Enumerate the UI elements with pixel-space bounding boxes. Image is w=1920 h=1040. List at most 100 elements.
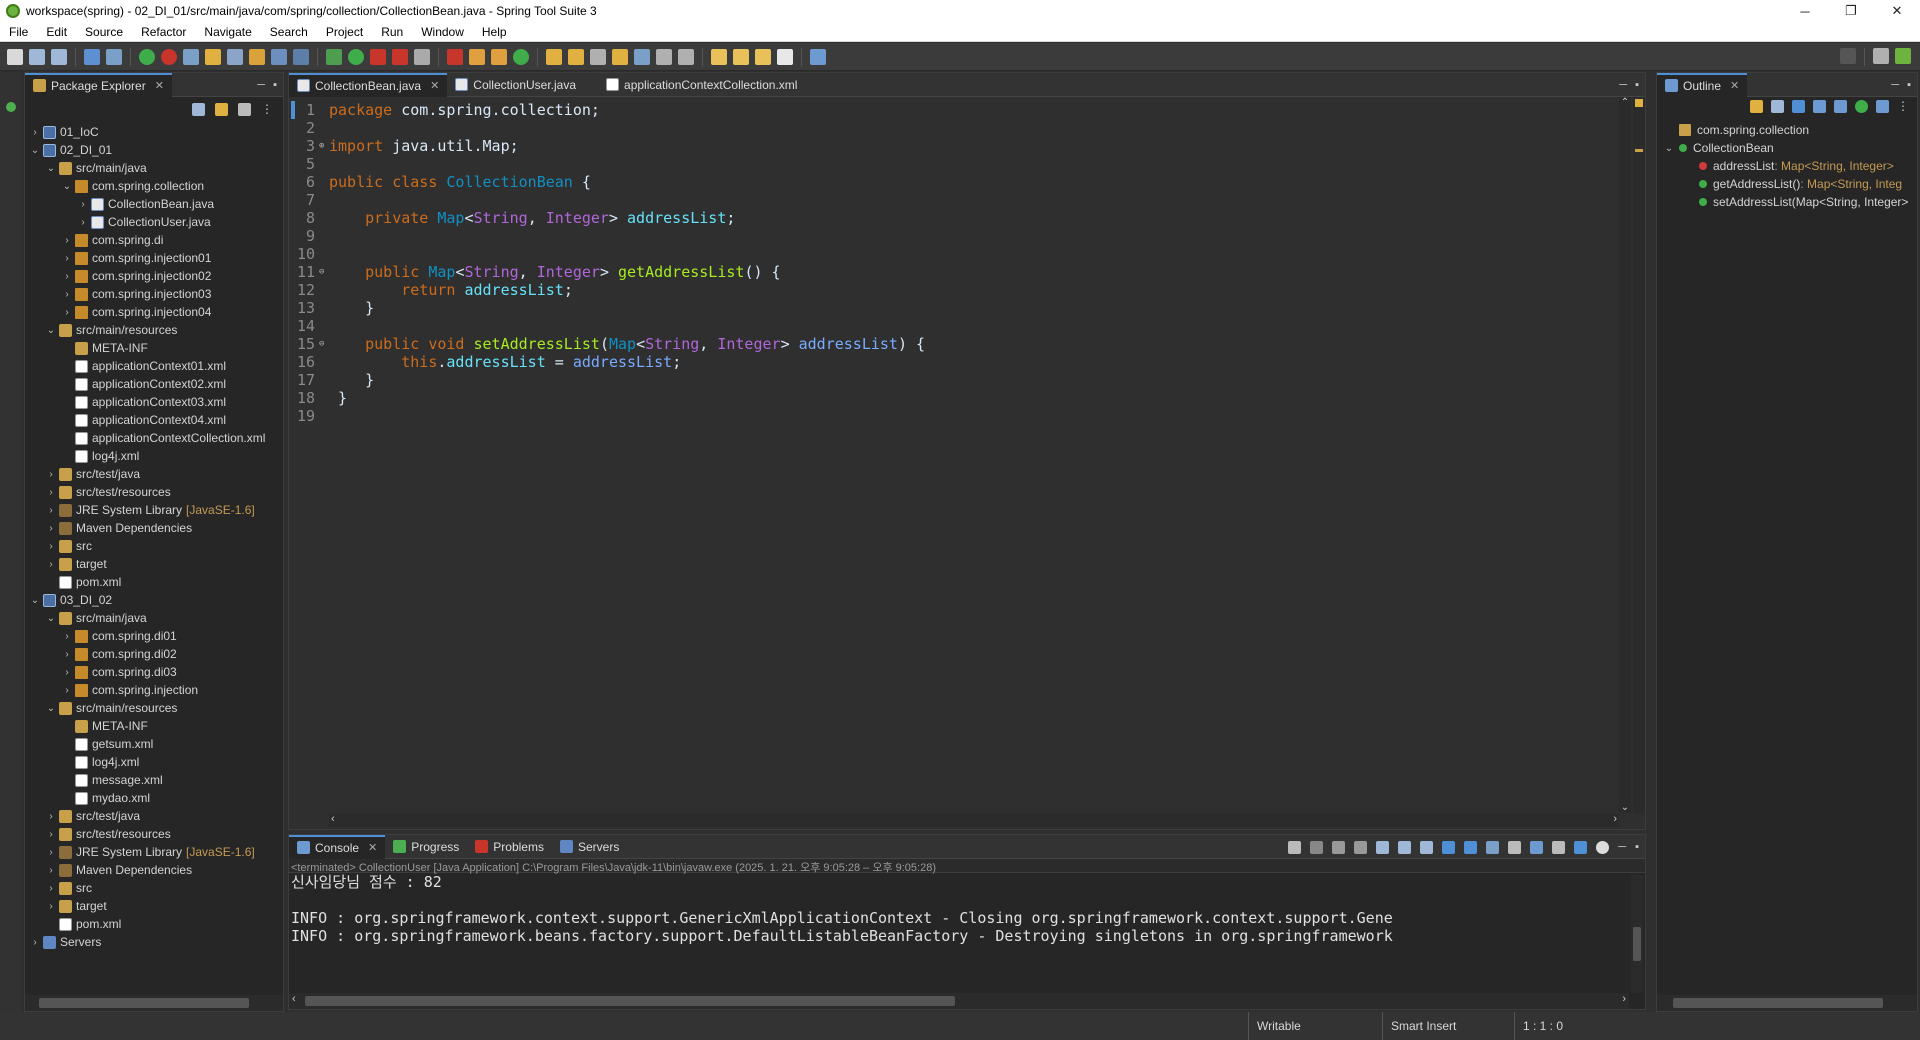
chevron-right-icon[interactable]: › — [45, 559, 57, 570]
chevron-right-icon[interactable]: › — [61, 271, 73, 282]
chevron-right-icon[interactable]: › — [61, 289, 73, 300]
save-icon[interactable] — [29, 48, 45, 65]
chevron-right-icon[interactable]: › — [61, 631, 73, 642]
chevron-right-icon[interactable]: › — [45, 541, 57, 552]
editor-vscrollbar[interactable]: ⌃ ⌄ — [1619, 97, 1631, 813]
tree-item[interactable]: applicationContext03.xml — [25, 393, 283, 411]
tree-item[interactable]: › com.spring.injection03 — [25, 285, 283, 303]
close-icon[interactable]: ✕ — [430, 79, 439, 92]
chevron-right-icon[interactable]: › — [45, 811, 57, 822]
tree-item[interactable]: › CollectionUser.java — [25, 213, 283, 231]
menu-project[interactable]: Project — [317, 25, 372, 39]
tree-item[interactable]: › com.spring.injection — [25, 681, 283, 699]
tree-item[interactable]: log4j.xml — [25, 447, 283, 465]
tree-item[interactable]: applicationContext04.xml — [25, 411, 283, 429]
tree-item[interactable]: › JRE System Library [JavaSE-1.6] — [25, 501, 283, 519]
tree-item[interactable]: › target — [25, 555, 283, 573]
hide-static-icon[interactable] — [1834, 99, 1847, 113]
clear-console-icon[interactable] — [1376, 840, 1390, 854]
code-line[interactable]: 9 — [289, 227, 925, 245]
menu-help[interactable]: Help — [473, 25, 516, 39]
close-icon[interactable]: ✕ — [1730, 79, 1739, 92]
chevron-right-icon[interactable]: › — [61, 649, 73, 660]
tree-item[interactable]: › CollectionBean.java — [25, 195, 283, 213]
code-line[interactable]: 15 ⊖ public void setAddressList(Map<Strin… — [289, 335, 925, 353]
tree-item[interactable]: ⌄ 02_DI_01 — [25, 141, 283, 159]
quick-access-search-icon[interactable] — [1840, 48, 1856, 64]
terminate-icon[interactable] — [414, 48, 430, 65]
build-icon[interactable] — [205, 48, 221, 65]
tab-problems[interactable]: Problems — [467, 835, 552, 859]
coverage-icon[interactable] — [370, 48, 386, 65]
menu-run[interactable]: Run — [372, 25, 412, 39]
chevron-right-icon[interactable]: › — [45, 847, 57, 858]
save-all-icon[interactable] — [51, 48, 67, 65]
code-editor[interactable]: 1 package com.spring.collection; 2 3 ⊕ import… — [289, 97, 1645, 829]
tree-item[interactable]: › src/test/java — [25, 465, 283, 483]
block-select-icon[interactable] — [249, 48, 265, 65]
menu-window[interactable]: Window — [412, 25, 473, 39]
console-hscrollbar[interactable]: ‹ › — [289, 993, 1629, 1009]
menu-refactor[interactable]: Refactor — [132, 25, 195, 39]
menu-edit[interactable]: Edit — [37, 25, 76, 39]
word-wrap-icon[interactable] — [1420, 840, 1434, 854]
chevron-right-icon[interactable]: › — [61, 235, 73, 246]
tree-item[interactable]: › src — [25, 879, 283, 897]
spring-boot-icon[interactable] — [139, 48, 155, 65]
tree-item[interactable]: › JRE System Library [JavaSE-1.6] — [25, 843, 283, 861]
tree-item[interactable]: › src/test/java — [25, 807, 283, 825]
maximize-view-icon[interactable]: ▪ — [1907, 79, 1911, 91]
display-console-icon[interactable] — [1508, 840, 1522, 854]
new-java-project-icon[interactable] — [469, 48, 485, 65]
task-icon[interactable] — [612, 48, 628, 65]
tab-collectionbean-java[interactable]: CollectionBean.java ✕ — [289, 72, 448, 97]
last-edit-icon[interactable] — [711, 48, 727, 65]
tree-item[interactable]: › com.spring.injection04 — [25, 303, 283, 321]
console-settings-icon[interactable] — [1552, 840, 1566, 854]
forward-icon[interactable] — [777, 48, 793, 65]
open-console-icon[interactable] — [1530, 840, 1544, 854]
maximize-view-icon[interactable]: ▪ — [273, 79, 277, 91]
scroll-left-icon[interactable]: ‹ — [331, 813, 335, 825]
tree-item[interactable]: pom.xml — [25, 573, 283, 591]
show-on-stdout-icon[interactable] — [1442, 840, 1456, 854]
search-tool-icon[interactable] — [590, 48, 606, 65]
fold-toggle-icon[interactable]: ⊖ — [319, 335, 327, 353]
outline-item[interactable]: getAddressList() : Map<String, Integ — [1657, 175, 1917, 193]
prev-annotation-icon[interactable] — [678, 48, 694, 65]
fold-toggle-icon[interactable]: ⊕ — [319, 137, 327, 155]
open-project-icon[interactable] — [568, 48, 584, 65]
paragraph-icon[interactable] — [293, 48, 309, 65]
tree-item[interactable]: › src/test/resources — [25, 825, 283, 843]
annotation-marker[interactable] — [1635, 149, 1643, 152]
open-perspective-icon[interactable] — [1873, 48, 1889, 64]
tree-item[interactable]: › target — [25, 897, 283, 915]
scroll-thumb[interactable] — [305, 996, 955, 1006]
tree-item[interactable]: ⌄ 03_DI_02 — [25, 591, 283, 609]
chevron-right-icon[interactable]: › — [45, 883, 57, 894]
close-window-button[interactable]: ✕ — [1874, 0, 1920, 22]
menu-navigate[interactable]: Navigate — [195, 25, 260, 39]
scroll-thumb[interactable] — [39, 998, 249, 1008]
filters-icon[interactable] — [238, 102, 251, 116]
tree-item[interactable]: ⌄ com.spring.collection — [25, 177, 283, 195]
fold-toggle-icon[interactable]: ⊖ — [319, 263, 327, 281]
new-package-icon[interactable] — [491, 48, 507, 65]
chevron-right-icon[interactable]: › — [61, 667, 73, 678]
code-line[interactable]: 6 public class CollectionBean { — [289, 173, 925, 191]
tree-item[interactable]: ⌄ src/main/java — [25, 609, 283, 627]
chevron-right-icon[interactable]: › — [77, 199, 89, 210]
code-line[interactable]: 5 — [289, 155, 925, 173]
scroll-up-icon[interactable]: ⌃ — [1619, 97, 1631, 108]
open-type-icon[interactable] — [84, 48, 100, 65]
tree-item[interactable]: › com.spring.di01 — [25, 627, 283, 645]
scroll-thumb[interactable] — [1673, 998, 1883, 1008]
tree-item[interactable]: getsum.xml — [25, 735, 283, 753]
tree-item[interactable]: META-INF — [25, 717, 283, 735]
highlight-icon[interactable] — [1574, 840, 1588, 854]
external-tools-icon[interactable] — [392, 48, 408, 65]
forward-edit-icon[interactable] — [733, 48, 749, 65]
remove-launch-icon[interactable] — [1288, 840, 1302, 854]
view-menu-icon[interactable]: ⋮ — [261, 102, 273, 116]
next-annotation-icon[interactable] — [656, 48, 672, 65]
